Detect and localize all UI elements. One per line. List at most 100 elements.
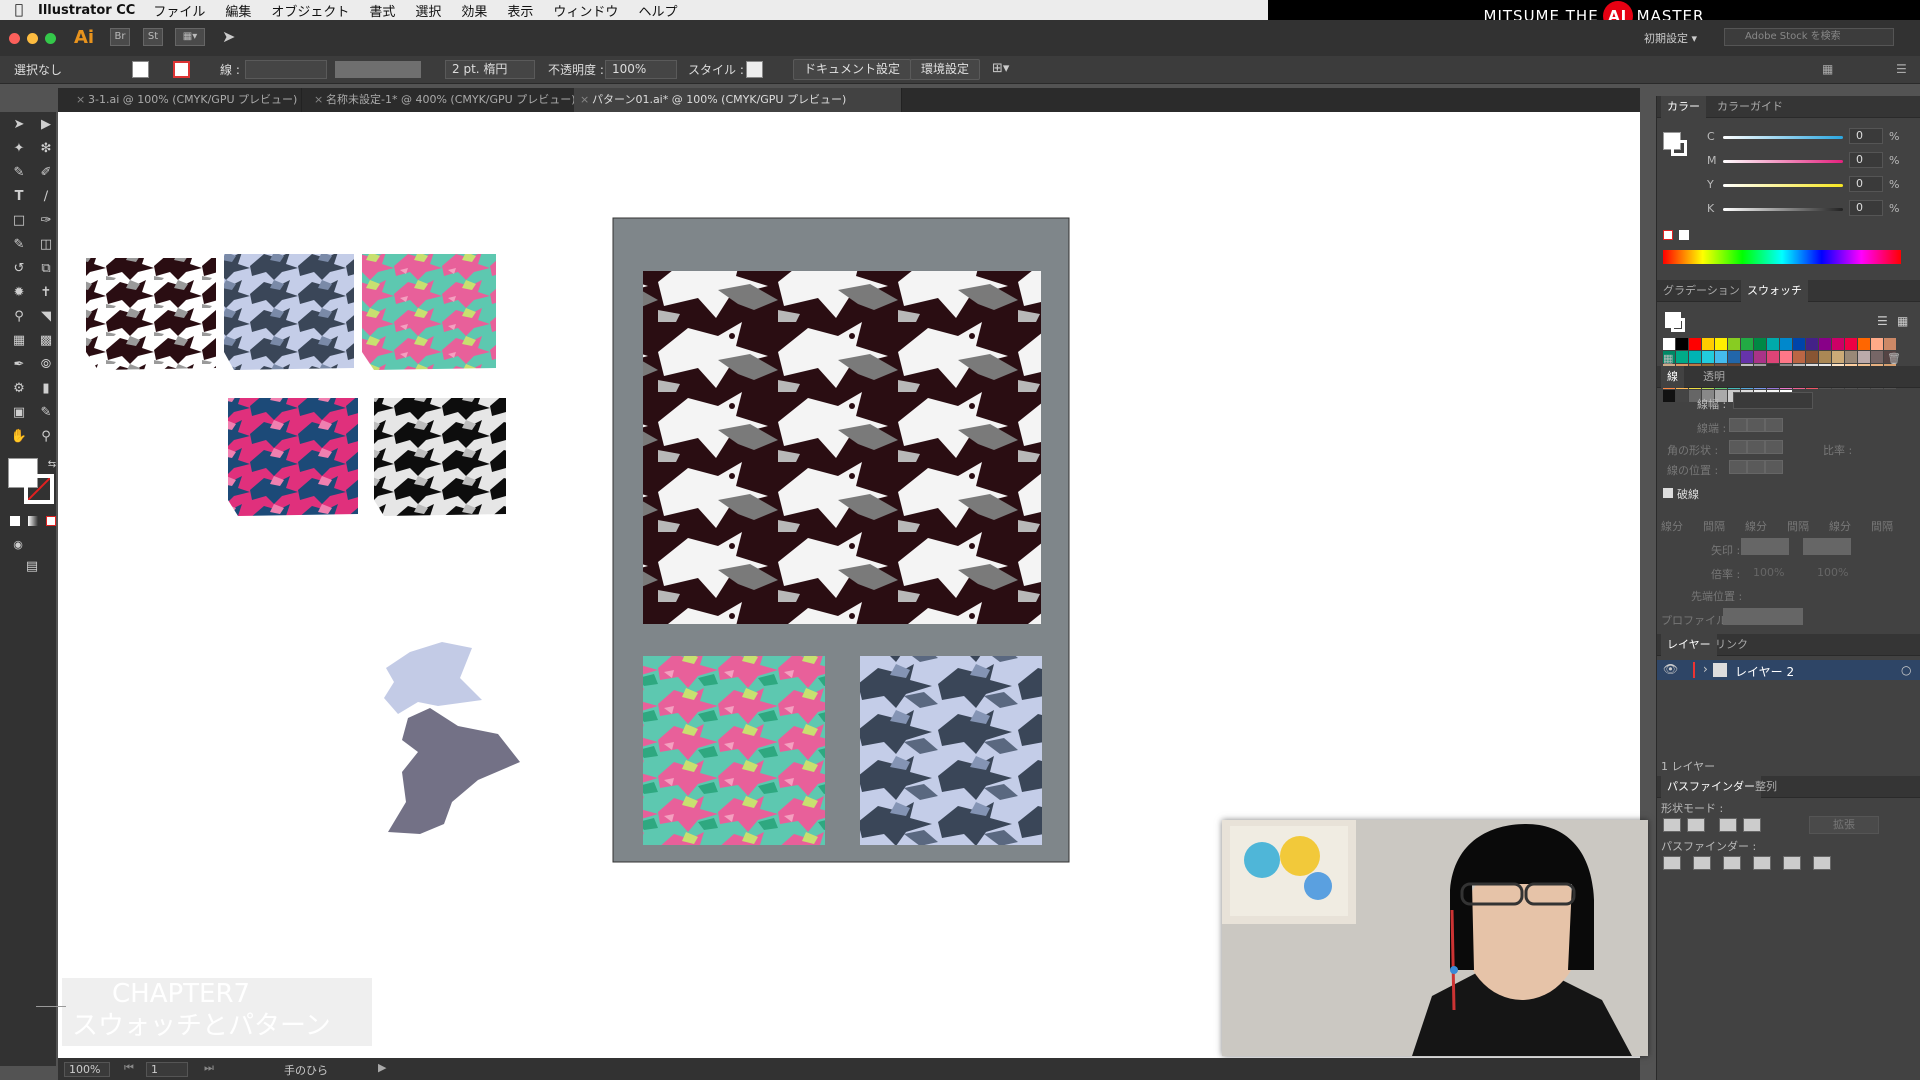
fill-color-swatch[interactable] (132, 61, 149, 78)
start-arrow-select[interactable] (1741, 538, 1789, 555)
screen-mode-icon[interactable]: ▤ (22, 558, 42, 576)
tab-align[interactable]: 整列 (1749, 776, 1783, 798)
pen-tool-icon[interactable]: ✎ (9, 164, 29, 182)
align-center-button[interactable] (1729, 460, 1747, 474)
slice-tool-icon[interactable]: ✎ (36, 404, 56, 422)
artboard-tool-icon[interactable]: ▣ (9, 404, 29, 422)
color-swatch[interactable] (1767, 338, 1779, 350)
stock-button[interactable]: St (143, 28, 163, 46)
menu-view[interactable]: 表示 (507, 1, 533, 20)
color-swatch[interactable] (1676, 351, 1688, 363)
shaper-tool-icon[interactable]: ✎ (9, 236, 29, 254)
gradient-mode-icon[interactable] (28, 516, 38, 526)
pattern-swatch-pastel-birds[interactable] (362, 254, 496, 370)
color-stroke-swatch[interactable] (1671, 140, 1687, 156)
artboard-number-field[interactable]: 1 (146, 1062, 188, 1077)
width-profile-select[interactable] (1723, 608, 1803, 625)
mesh-tool-icon[interactable]: ▦ (9, 332, 29, 350)
gradient-tool-icon[interactable]: ▩ (36, 332, 56, 350)
black-slider[interactable] (1723, 208, 1843, 211)
color-swatch[interactable] (1754, 338, 1766, 350)
color-spectrum-bar[interactable] (1663, 250, 1901, 264)
column-graph-tool-icon[interactable]: ▮ (36, 380, 56, 398)
shape-builder-tool-icon[interactable]: ⚲ (9, 308, 29, 326)
tab-document-3-1[interactable]: × 3-1.ai @ 100% (CMYK/GPU プレビュー) (70, 88, 302, 112)
app-menu-name[interactable]: Illustrator CC (38, 3, 135, 18)
color-swatch[interactable] (1793, 351, 1805, 363)
brush-definition-select[interactable]: 2 pt. 楕円 (445, 60, 535, 79)
preferences-button[interactable]: 環境設定 (910, 59, 981, 80)
pattern-swatch-bw-birds[interactable] (374, 398, 506, 516)
color-swatch[interactable] (1845, 351, 1857, 363)
projecting-cap-button[interactable] (1765, 418, 1783, 432)
status-menu-arrow-icon[interactable]: ▶ (378, 1061, 386, 1074)
hand-tool-icon[interactable]: ✋ (9, 428, 29, 446)
end-arrow-scale[interactable]: 100% (1817, 566, 1848, 579)
none-color-icon[interactable] (1663, 230, 1673, 240)
color-swatch[interactable] (1832, 351, 1844, 363)
cyan-slider[interactable] (1723, 136, 1843, 139)
stroke-swatch[interactable] (24, 474, 54, 504)
start-arrow-scale[interactable]: 100% (1753, 566, 1784, 579)
lasso-tool-icon[interactable]: ❇ (36, 140, 56, 158)
color-swatch[interactable] (1871, 338, 1883, 350)
magic-wand-tool-icon[interactable]: ✦ (9, 140, 29, 158)
close-tab-icon[interactable]: × (76, 88, 85, 112)
align-options-icon[interactable]: ⊞▾ (992, 61, 1009, 76)
menu-type[interactable]: 書式 (369, 1, 395, 20)
butt-cap-button[interactable] (1729, 418, 1747, 432)
tab-swatches[interactable]: スウォッチ (1741, 280, 1808, 302)
color-swatch[interactable] (1871, 351, 1883, 363)
eyedropper-tool-icon[interactable]: ✒ (9, 356, 29, 374)
color-swatch[interactable] (1819, 351, 1831, 363)
scale-tool-icon[interactable]: ⧉ (36, 260, 56, 278)
outline-button[interactable] (1783, 856, 1801, 870)
opacity-field[interactable]: 100% (605, 60, 677, 79)
drawing-mode-icon[interactable]: ◉ (8, 536, 28, 554)
list-view-icon[interactable]: ☰ (1877, 314, 1888, 328)
line-segment-tool-icon[interactable]: ∕ (36, 188, 56, 206)
color-swatch[interactable] (1715, 338, 1727, 350)
color-swatch[interactable] (1702, 338, 1714, 350)
zoom-tool-icon[interactable]: ⚲ (36, 428, 56, 446)
expand-button[interactable]: 拡張 (1809, 816, 1879, 834)
color-swatch[interactable] (1793, 338, 1805, 350)
round-join-button[interactable] (1747, 440, 1765, 454)
tab-gradient[interactable]: グラデーション (1657, 280, 1746, 302)
color-swatch[interactable] (1832, 338, 1844, 350)
color-swatch[interactable] (1767, 351, 1779, 363)
color-swatch[interactable] (1806, 338, 1818, 350)
unite-button[interactable] (1663, 818, 1681, 832)
align-outside-button[interactable] (1765, 460, 1783, 474)
close-tab-icon[interactable]: × (314, 88, 323, 112)
delete-swatch-icon[interactable]: 🗑 (1887, 352, 1901, 365)
layer-row[interactable]: 👁 › レイヤー 2 ○ (1657, 660, 1920, 680)
pattern-panel-pastel[interactable] (643, 656, 825, 845)
color-swatch[interactable] (1663, 390, 1675, 402)
cyan-value[interactable]: 0 (1849, 128, 1883, 144)
symbol-sprayer-tool-icon[interactable]: ⚙ (9, 380, 29, 398)
color-swatch[interactable] (1858, 351, 1870, 363)
exclude-button[interactable] (1743, 818, 1761, 832)
menu-object[interactable]: オブジェクト (271, 1, 349, 20)
eraser-tool-icon[interactable]: ◫ (36, 236, 56, 254)
bridge-icon[interactable]: Br (110, 28, 130, 46)
menu-effect[interactable]: 効果 (461, 1, 487, 20)
arrange-documents-icon[interactable]: ▦▾ (175, 28, 205, 46)
dashed-line-checkbox[interactable] (1663, 488, 1673, 498)
tab-links[interactable]: リンク (1709, 634, 1754, 656)
color-swatch[interactable] (1741, 338, 1753, 350)
end-arrow-select[interactable] (1803, 538, 1851, 555)
color-swatch[interactable] (1728, 351, 1740, 363)
tab-color-guide[interactable]: カラーガイド (1711, 96, 1789, 118)
color-swatch[interactable] (1728, 338, 1740, 350)
tile-bird-shape-light[interactable] (384, 642, 482, 714)
swatches-stroke-swatch[interactable] (1671, 318, 1685, 332)
minimize-window-button[interactable] (27, 33, 38, 44)
rotate-tool-icon[interactable]: ↺ (9, 260, 29, 278)
pattern-swatch-magenta-birds[interactable] (228, 398, 358, 516)
stock-search-input[interactable]: Adobe Stock を検索 (1724, 28, 1894, 46)
black-value[interactable]: 0 (1849, 200, 1883, 216)
blend-tool-icon[interactable]: ⦾ (36, 356, 56, 374)
stroke-weight-input[interactable] (1733, 392, 1813, 409)
